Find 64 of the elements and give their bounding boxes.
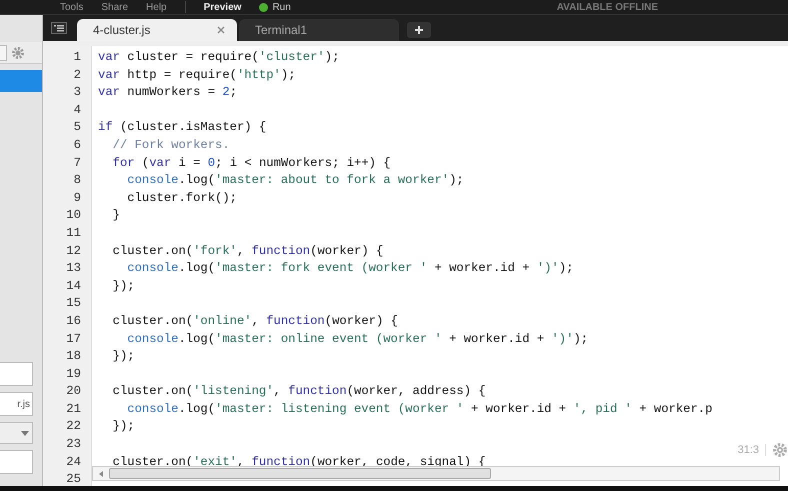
line-number: 22 [65,418,82,436]
input-field[interactable]: r.js [0,392,33,416]
line-number: 9 [72,190,82,207]
line-number: 6 [72,136,82,154]
code-line: if (cluster.isMaster) { [98,120,266,134]
panel-toggle-icon[interactable] [51,22,67,34]
line-number: 20 [65,383,82,400]
cursor-position: 31:3 [738,444,766,456]
code-line: }); [112,419,135,434]
menu-item[interactable]: Tools [60,2,84,12]
code-line: console.log('master: about to fork a worker'); [126,173,464,188]
code-line: } [112,208,120,222]
line-number: 10 [65,207,82,224]
code-line: var cluster = require('cluster'); [98,50,340,64]
dropdown-button[interactable] [0,44,7,60]
code-line: // Fork workers. [112,138,230,152]
line-number: 3 [72,84,82,102]
settings-icon[interactable] [11,46,25,60]
code-line: cluster.on('listening', function(worker, address) { [112,384,486,398]
menu-item[interactable]: Share [101,2,128,12]
preview-button[interactable]: Preview [204,2,242,12]
code-line: }); [112,349,135,364]
editor-tab[interactable]: 4-cluster.js [77,19,237,41]
line-number: 24 [65,454,82,471]
line-number: 16 [65,312,82,330]
input-field[interactable] [0,450,33,474]
line-number: 21 [65,400,82,418]
line-number: 19 [65,366,82,383]
line-number: 13 [65,260,82,278]
line-number: 23 [65,436,82,454]
line-number: 25 [65,471,82,488]
line-number: 11 [65,224,82,242]
line-number: 12 [65,242,82,260]
line-number: 14 [65,278,82,295]
settings-icon[interactable] [772,442,788,458]
line-number: 5 [72,119,82,136]
offline-label: AVAILABLE OFFLINE [556,2,658,12]
horizontal-scrollbar[interactable] [92,466,780,481]
editor-tab[interactable]: Terminal1 [239,19,399,41]
line-number: 15 [65,295,82,312]
close-icon[interactable] [217,26,225,34]
input-field[interactable] [0,362,33,386]
menu-item[interactable]: Help [146,2,167,12]
code-line: console.log('master: listening event (worker ' + worker.id + ', pid ' + worker.p [126,402,712,416]
dropdown-field[interactable] [0,422,33,444]
line-number: 17 [65,330,82,348]
line-number: 8 [72,172,82,190]
line-number: 2 [72,66,82,84]
run-button[interactable]: Run [259,2,291,12]
code-line: cluster.fork(); [126,190,237,205]
new-tab-button[interactable] [407,22,431,38]
code-line: cluster.on('fork', function(worker) { [112,244,384,258]
line-number: 18 [65,348,82,366]
line-number: 7 [72,154,82,172]
line-number: 4 [72,102,82,119]
code-line: }); [112,278,135,293]
code-line: var http = require('http'); [98,68,296,82]
code-line: var numWorkers = 2; [98,85,238,100]
plus-icon [414,25,424,35]
line-number: 1 [72,49,82,66]
code-line: for (var i = 0; i < numWorkers; i++) { [112,156,391,170]
code-line: console.log('master: fork event (worker ' + worker.id + ')'); [126,261,574,276]
code-line: cluster.on('online', function(worker) { [112,314,398,328]
code-line: console.log('master: online event (worker ' + worker.id + ')'); [126,332,588,346]
